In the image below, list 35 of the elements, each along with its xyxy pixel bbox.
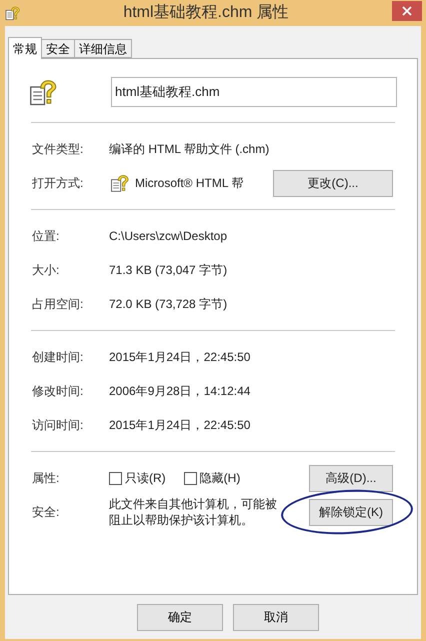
- help-document-icon: [109, 173, 129, 193]
- field-value: Microsoft® HTML 帮: [135, 175, 244, 192]
- button[interactable]: 高级(D)...: [309, 464, 393, 492]
- tab[interactable]: 安全: [41, 39, 75, 58]
- help-document-icon: [4, 5, 20, 21]
- name-field[interactable]: html基础教程.chm: [111, 77, 397, 107]
- field-label: 位置:: [31, 228, 60, 245]
- field-label: 打开方式:: [31, 175, 84, 192]
- field-value: 2015年1月24日，22:45:50: [109, 349, 250, 366]
- tab[interactable]: 常规: [8, 37, 42, 59]
- field-value: 2006年9月28日，14:12:44: [109, 383, 250, 400]
- button[interactable]: 确定: [137, 604, 223, 630]
- tab[interactable]: 详细信息: [74, 39, 132, 58]
- button[interactable]: 解除锁定(K): [309, 498, 393, 526]
- field-label: 访问时间:: [31, 417, 84, 434]
- field-label: 属性:: [31, 470, 60, 487]
- field-label: 大小:: [31, 262, 60, 279]
- field-value: 2015年1月24日，22:45:50: [109, 417, 250, 434]
- security-message: 此文件来自其他计算机，可能被阻止以帮助保护该计算机。: [109, 496, 278, 528]
- field-value: 71.3 KB (73,047 字节): [109, 262, 228, 279]
- close-button[interactable]: [392, 1, 422, 21]
- button[interactable]: 更改(C)...: [273, 170, 393, 196]
- field-label: 文件类型:: [31, 141, 84, 158]
- window-title: html基础教程.chm 属性: [122, 2, 290, 23]
- field-label: 创建时间:: [31, 349, 84, 366]
- field-label: 占用空间:: [31, 296, 84, 313]
- field-label: 修改时间:: [31, 383, 84, 400]
- field-value: C:\Users\zcw\Desktop: [109, 228, 228, 245]
- checkbox[interactable]: 隐藏(H): [184, 469, 240, 487]
- checkbox[interactable]: 只读(R): [109, 469, 166, 487]
- button[interactable]: 取消: [233, 604, 319, 630]
- field-value: 编译的 HTML 帮助文件 (.chm): [109, 141, 270, 158]
- field-label: 安全:: [31, 504, 60, 521]
- field-value: 72.0 KB (73,728 字节): [109, 296, 228, 313]
- close-icon: [402, 6, 412, 16]
